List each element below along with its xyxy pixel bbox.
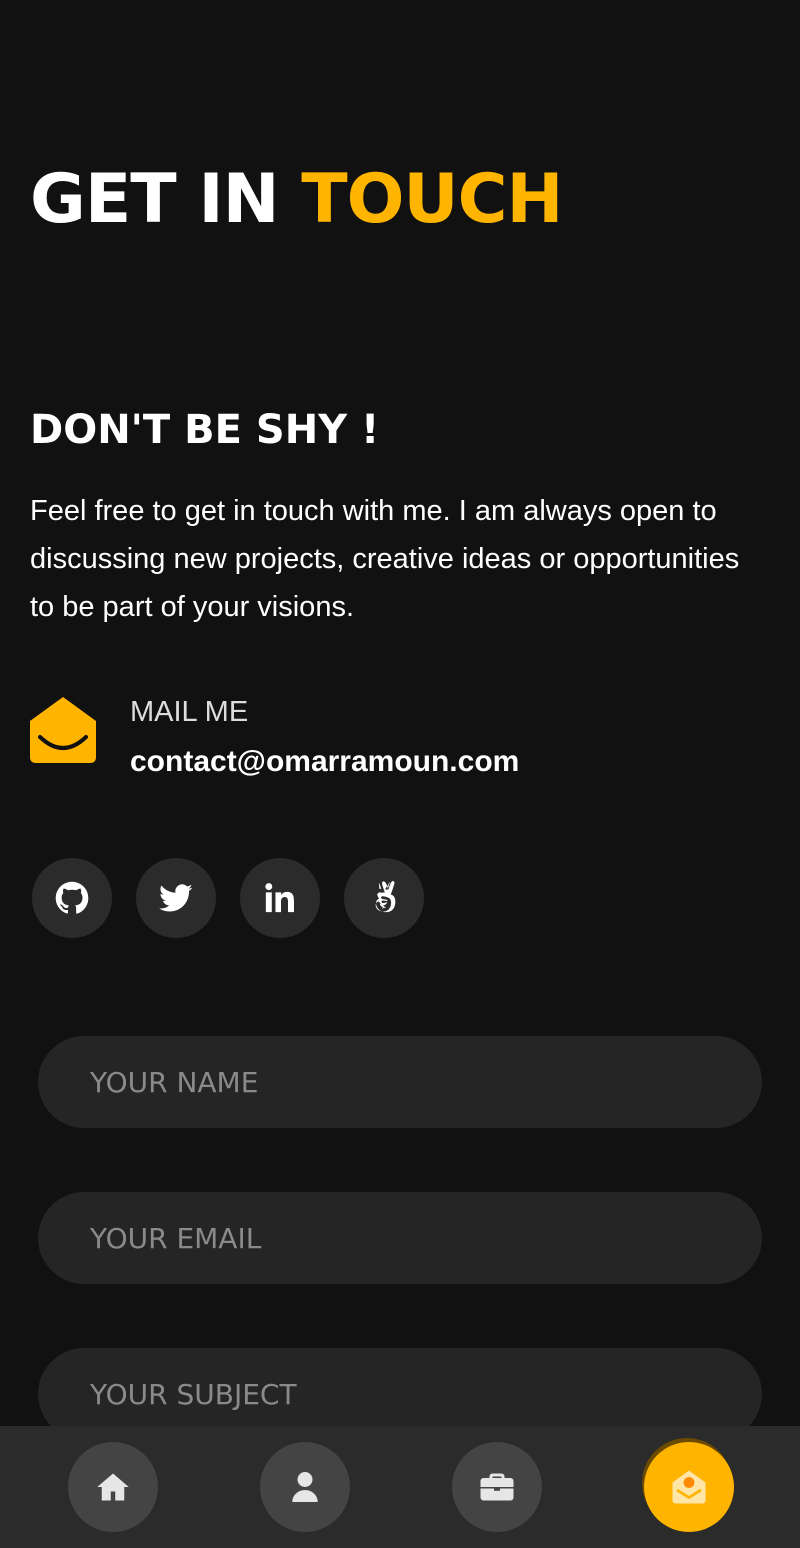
name-field[interactable] — [38, 1036, 762, 1128]
page-title-main: GET IN — [30, 160, 302, 239]
bottom-nav — [0, 1426, 800, 1548]
email-field[interactable] — [38, 1192, 762, 1284]
mail-label: MAIL ME — [130, 696, 249, 728]
user-icon — [292, 1472, 318, 1502]
name-input[interactable] — [90, 1065, 762, 1099]
twitter-icon — [159, 884, 193, 912]
envelope-open-icon — [672, 1470, 706, 1504]
github-icon — [55, 881, 89, 914]
nav-portfolio-button[interactable] — [452, 1442, 542, 1532]
intro-text: Feel free to get in touch with me. I am … — [30, 495, 740, 623]
contact-page: GET IN TOUCH DON'T BE SHY ! Feel free to… — [0, 0, 800, 1548]
linkedin-icon — [265, 883, 294, 913]
section-heading: DON'T BE SHY ! — [30, 407, 380, 453]
envelope-open-icon — [30, 697, 96, 763]
angellist-button[interactable] — [344, 858, 424, 938]
page-title: GET IN TOUCH — [30, 160, 563, 240]
github-button[interactable] — [32, 858, 112, 938]
page-title-accent: TOUCH — [301, 160, 563, 239]
briefcase-icon — [480, 1473, 514, 1501]
linkedin-button[interactable] — [240, 858, 320, 938]
subject-input[interactable] — [90, 1377, 762, 1411]
home-icon — [97, 1473, 129, 1501]
nav-about-button[interactable] — [260, 1442, 350, 1532]
nav-contact-button[interactable] — [644, 1442, 734, 1532]
social-links — [32, 858, 424, 938]
nav-home-button[interactable] — [68, 1442, 158, 1532]
mail-address-link[interactable]: contact@omarramoun.com — [130, 740, 519, 784]
twitter-button[interactable] — [136, 858, 216, 938]
email-input[interactable] — [90, 1221, 762, 1255]
angellist-icon — [375, 881, 396, 913]
